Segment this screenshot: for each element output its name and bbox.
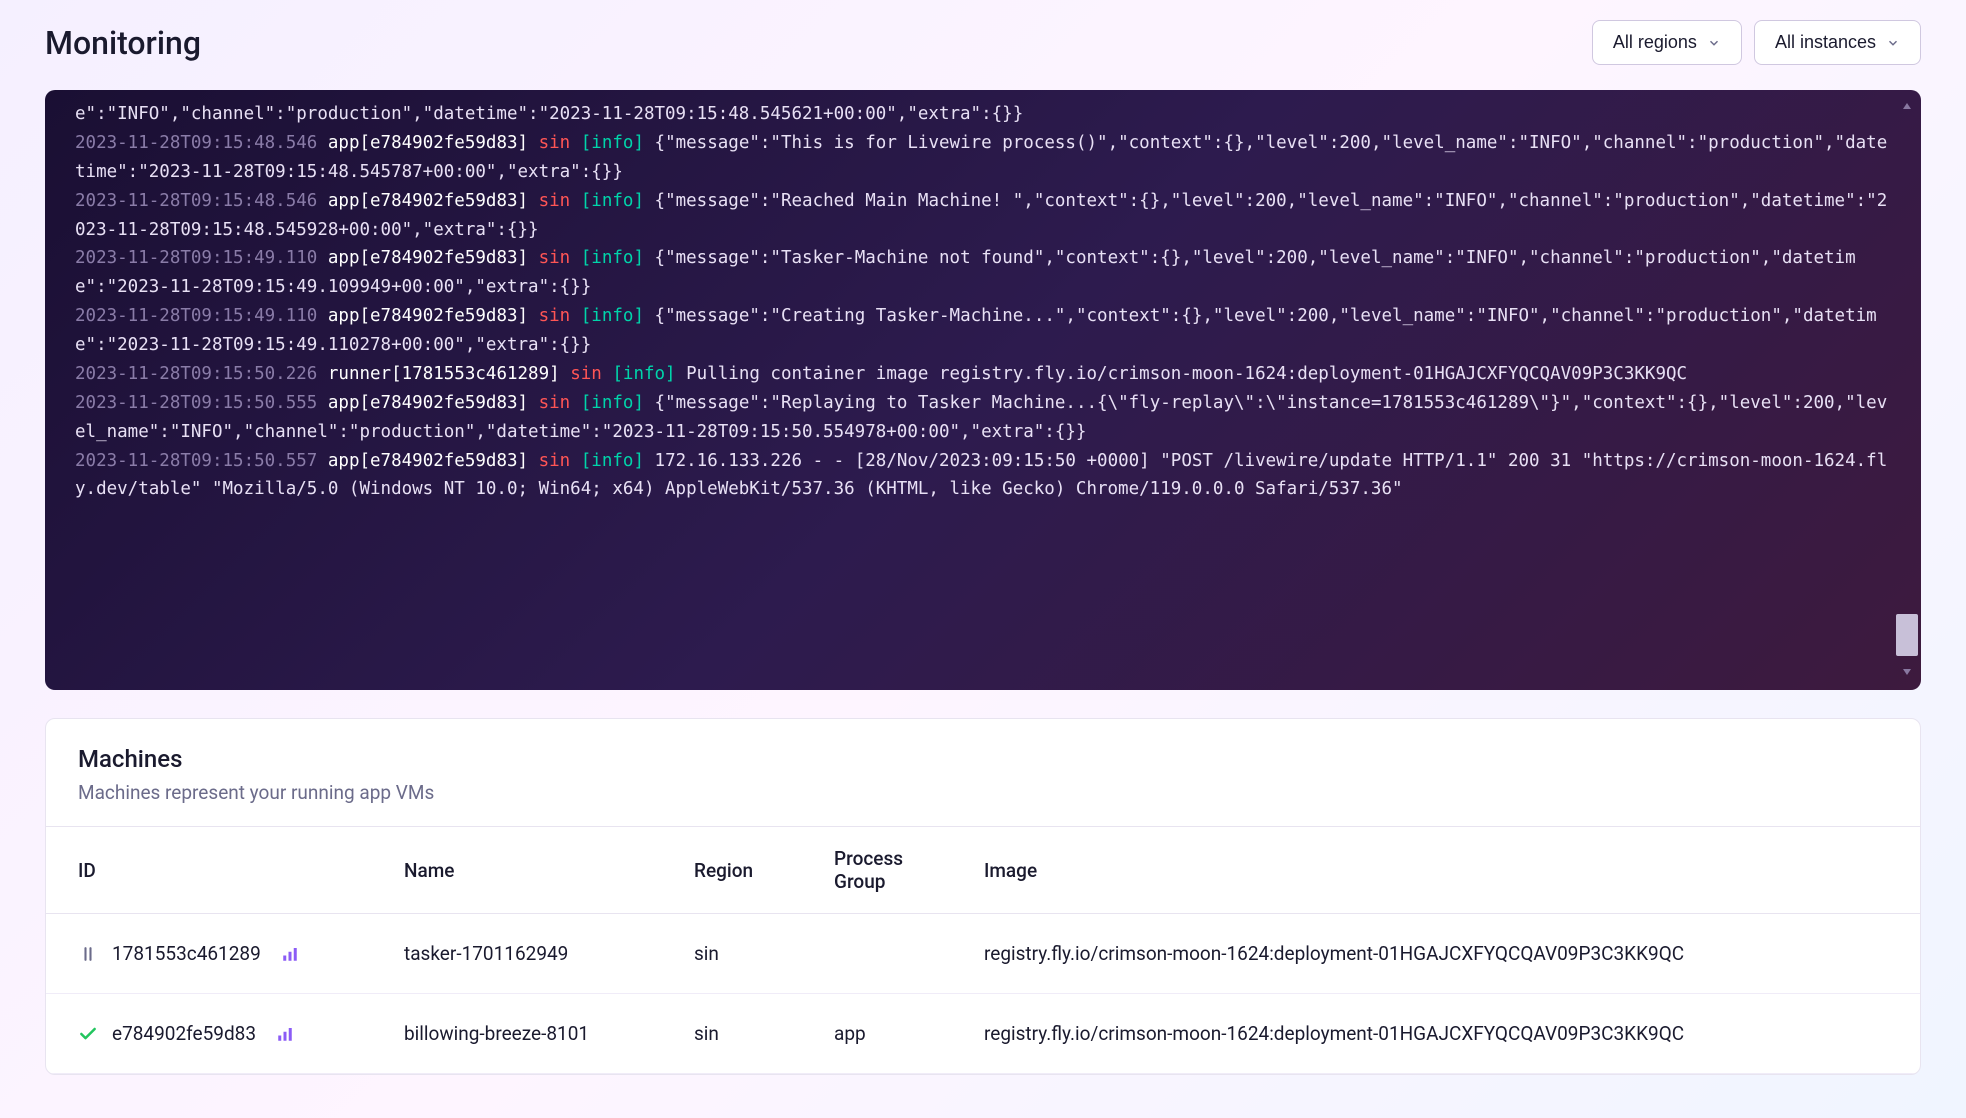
filters: All regions All instances: [1592, 20, 1921, 65]
scroll-up-arrow-icon[interactable]: [1899, 100, 1915, 112]
scroll-down-arrow-icon[interactable]: [1899, 666, 1915, 678]
log-line: 2023-11-28T09:15:49.110 app[e784902fe59d…: [75, 302, 1891, 360]
machines-header: Machines Machines represent your running…: [46, 719, 1920, 826]
log-source: runner[1781553c461289]: [328, 364, 560, 384]
log-level: [info]: [581, 451, 644, 471]
log-line: 2023-11-28T09:15:50.226 runner[1781553c4…: [75, 360, 1891, 389]
log-timestamp: 2023-11-28T09:15:50.557: [75, 451, 317, 471]
log-line: 2023-11-28T09:15:50.555 app[e784902fe59d…: [75, 389, 1891, 447]
log-source: app[e784902fe59d83]: [328, 248, 528, 268]
log-region: sin: [539, 393, 571, 413]
machines-table: ID Name Region Process Group Image 17815…: [46, 826, 1920, 1074]
machine-name: tasker-1701162949: [386, 914, 676, 994]
machine-region: sin: [676, 994, 816, 1074]
log-timestamp: 2023-11-28T09:15:49.110: [75, 248, 317, 268]
page-header: Monitoring All regions All instances: [45, 20, 1921, 65]
log-level: [info]: [612, 364, 675, 384]
signal-icon: [276, 1025, 294, 1043]
filter-instances-label: All instances: [1775, 32, 1876, 53]
log-line: 2023-11-28T09:15:49.110 app[e784902fe59d…: [75, 244, 1891, 302]
log-level: [info]: [581, 306, 644, 326]
log-timestamp: 2023-11-28T09:15:50.555: [75, 393, 317, 413]
log-level: [info]: [581, 133, 644, 153]
scrollbar-handle[interactable]: [1896, 614, 1918, 656]
log-timestamp: 2023-11-28T09:15:48.546: [75, 191, 317, 211]
log-region: sin: [539, 191, 571, 211]
chevron-down-icon: [1707, 36, 1721, 50]
table-row[interactable]: e784902fe59d83 billowing-breeze-8101sinap…: [46, 994, 1920, 1074]
chevron-down-icon: [1886, 36, 1900, 50]
log-level: [info]: [581, 191, 644, 211]
log-timestamp: 2023-11-28T09:15:49.110: [75, 306, 317, 326]
log-timestamp: 2023-11-28T09:15:50.226: [75, 364, 317, 384]
log-line: 2023-11-28T09:15:48.546 app[e784902fe59d…: [75, 187, 1891, 245]
log-line: e":"INFO","channel":"production","dateti…: [75, 100, 1891, 129]
log-line: 2023-11-28T09:15:48.546 app[e784902fe59d…: [75, 129, 1891, 187]
col-region: Region: [676, 827, 816, 914]
logs-content[interactable]: e":"INFO","channel":"production","dateti…: [45, 90, 1921, 690]
log-region: sin: [539, 306, 571, 326]
log-source: app[e784902fe59d83]: [328, 451, 528, 471]
logs-panel: e":"INFO","channel":"production","dateti…: [45, 90, 1921, 690]
log-region: sin: [539, 133, 571, 153]
col-id: ID: [46, 827, 386, 914]
filter-instances-button[interactable]: All instances: [1754, 20, 1921, 65]
filter-regions-button[interactable]: All regions: [1592, 20, 1742, 65]
log-region: sin: [570, 364, 602, 384]
check-icon: [78, 1024, 98, 1044]
machine-image: registry.fly.io/crimson-moon-1624:deploy…: [966, 914, 1920, 994]
machine-id: e784902fe59d83: [112, 1022, 256, 1045]
log-line: 2023-11-28T09:15:50.557 app[e784902fe59d…: [75, 447, 1891, 505]
machines-title: Machines: [78, 745, 1888, 773]
log-region: sin: [539, 248, 571, 268]
page-title: Monitoring: [45, 24, 201, 62]
machine-name: billowing-breeze-8101: [386, 994, 676, 1074]
col-name: Name: [386, 827, 676, 914]
log-region: sin: [539, 451, 571, 471]
machine-image: registry.fly.io/crimson-moon-1624:deploy…: [966, 994, 1920, 1074]
log-level: [info]: [581, 248, 644, 268]
pause-icon: [78, 944, 98, 964]
log-message: e":"INFO","channel":"production","dateti…: [75, 104, 1023, 124]
col-process-group: Process Group: [816, 827, 966, 914]
log-timestamp: 2023-11-28T09:15:48.546: [75, 133, 317, 153]
log-level: [info]: [581, 393, 644, 413]
machine-id: 1781553c461289: [112, 942, 261, 965]
log-source: app[e784902fe59d83]: [328, 191, 528, 211]
col-image: Image: [966, 827, 1920, 914]
log-source: app[e784902fe59d83]: [328, 306, 528, 326]
log-source: app[e784902fe59d83]: [328, 133, 528, 153]
machine-process-group: app: [816, 994, 966, 1074]
machines-subtitle: Machines represent your running app VMs: [78, 781, 1888, 804]
machine-region: sin: [676, 914, 816, 994]
filter-regions-label: All regions: [1613, 32, 1697, 53]
machine-process-group: [816, 914, 966, 994]
signal-icon: [281, 945, 299, 963]
log-source: app[e784902fe59d83]: [328, 393, 528, 413]
log-message: Pulling container image registry.fly.io/…: [686, 364, 1687, 384]
machines-card: Machines Machines represent your running…: [45, 718, 1921, 1075]
table-row[interactable]: 1781553c461289 tasker-1701162949sin regist…: [46, 914, 1920, 994]
